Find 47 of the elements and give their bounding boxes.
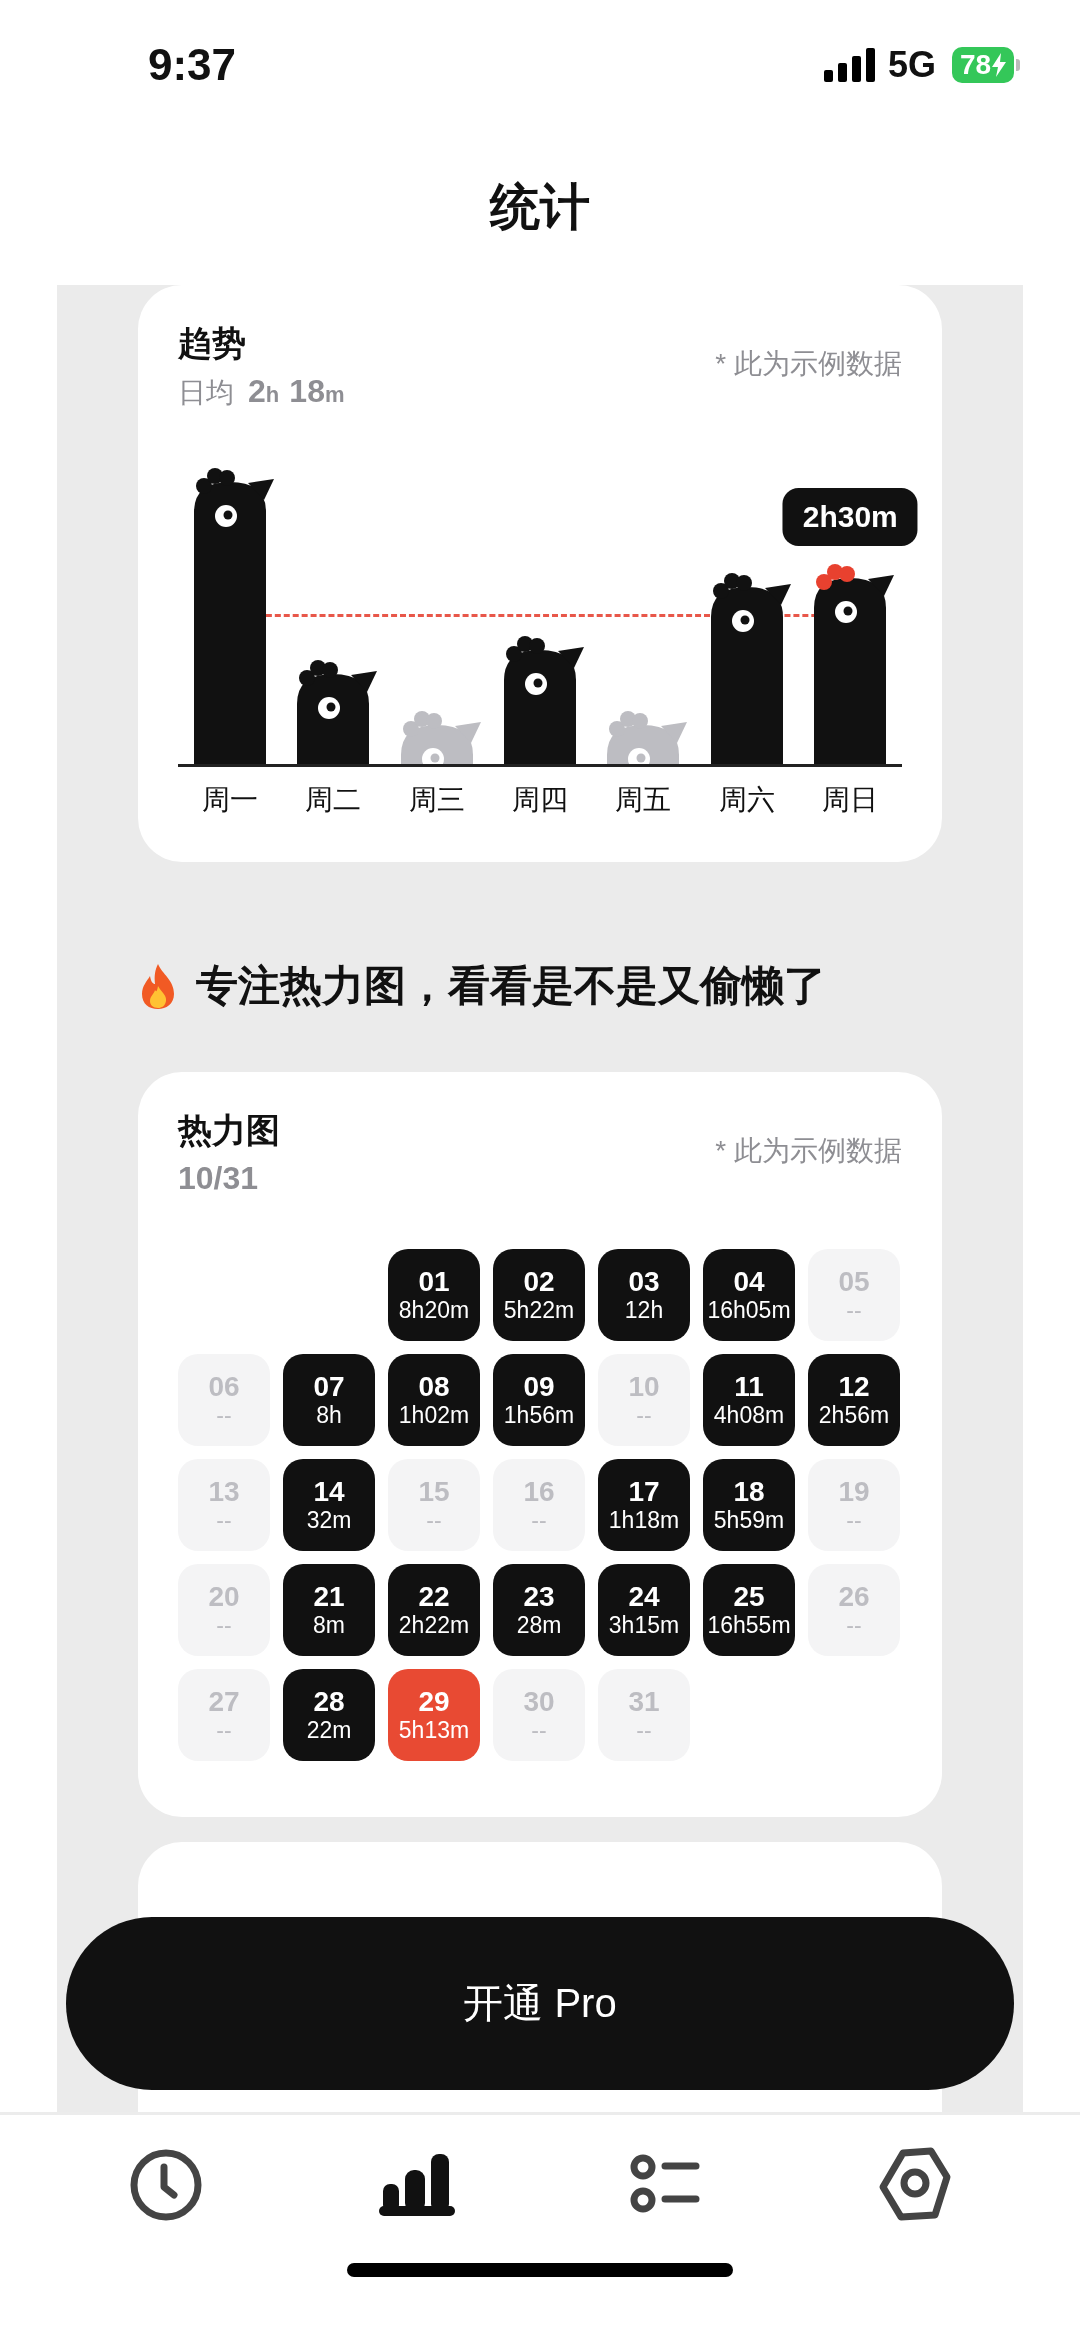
- sample-data-note: * 此为示例数据: [715, 1134, 902, 1168]
- weekday-label: 周六: [717, 783, 776, 817]
- card-title: 趋势: [178, 323, 247, 364]
- day-cell[interactable]: 25 16h55m: [703, 1564, 795, 1656]
- card-title: 热力图: [178, 1110, 280, 1151]
- weekday-label: 周日: [821, 783, 880, 817]
- status-time: 9:37: [148, 40, 237, 90]
- day-cell[interactable]: 17 1h18m: [598, 1459, 690, 1551]
- day-cell[interactable]: 21 8m: [283, 1564, 375, 1656]
- day-cell[interactable]: 11 4h08m: [703, 1354, 795, 1446]
- weekday-label: 周一: [200, 783, 259, 817]
- day-cell[interactable]: 24 3h15m: [598, 1564, 690, 1656]
- chicken-bar[interactable]: [297, 660, 378, 764]
- battery-icon: 78: [952, 47, 1014, 83]
- day-cell[interactable]: 07 8h: [283, 1354, 375, 1446]
- average-value: 2h 18m: [248, 373, 346, 410]
- month-date: 10/31: [178, 1160, 260, 1197]
- day-cell[interactable]: 02 5h22m: [493, 1249, 585, 1341]
- chicken-bar[interactable]: [193, 468, 274, 764]
- weekday-label: 周五: [614, 783, 673, 817]
- day-cell[interactable]: 14 32m: [283, 1459, 375, 1551]
- chicken-bar[interactable]: [710, 573, 791, 764]
- average-label: 日均: [178, 376, 234, 410]
- day-cell[interactable]: 22 2h22m: [388, 1564, 480, 1656]
- day-cell[interactable]: 03 12h: [598, 1249, 690, 1341]
- sample-data-note: * 此为示例数据: [715, 347, 902, 381]
- weekday-label: 周四: [510, 783, 569, 817]
- chicken-bar[interactable]: [814, 564, 895, 764]
- signal-icon: [823, 48, 878, 82]
- day-cell[interactable]: 04 16h05m: [703, 1249, 795, 1341]
- day-cell[interactable]: 01 8h20m: [388, 1249, 480, 1341]
- value-tooltip: 2h30m: [782, 488, 918, 546]
- day-cell[interactable]: 08 1h02m: [388, 1354, 480, 1446]
- day-cell[interactable]: 18 5h59m: [703, 1459, 795, 1551]
- day-cell[interactable]: 29 5h13m: [388, 1669, 480, 1761]
- weekday-label: 周三: [407, 783, 466, 817]
- day-cell[interactable]: 09 1h56m: [493, 1354, 585, 1446]
- day-cell[interactable]: 12 2h56m: [808, 1354, 900, 1446]
- weekday-label: 周二: [304, 783, 363, 817]
- section-heading: 专注热力图，看看是不是又偷懒了: [196, 961, 826, 1011]
- network-label: 5G: [887, 44, 936, 86]
- chicken-bar[interactable]: [503, 636, 584, 764]
- bar-chart-icon[interactable]: [378, 2152, 455, 2218]
- pro-button[interactable]: 开通 Pro: [66, 1917, 1014, 2090]
- day-cell[interactable]: 28 22m: [283, 1669, 375, 1761]
- day-cell[interactable]: 23 28m: [493, 1564, 585, 1656]
- page-title: 统计: [490, 178, 590, 237]
